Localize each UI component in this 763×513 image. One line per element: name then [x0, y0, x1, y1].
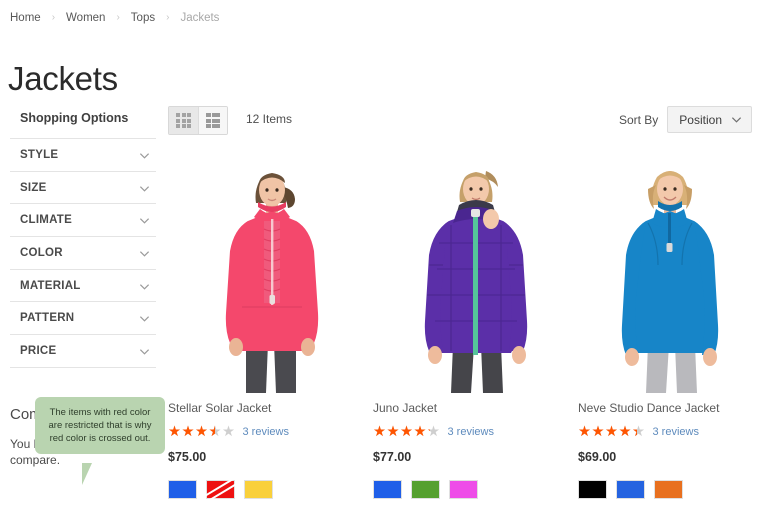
- filter-item-climate[interactable]: CLIMATE: [10, 204, 156, 238]
- swatch-orange[interactable]: [654, 479, 683, 499]
- filter-item-price[interactable]: PRICE: [10, 335, 156, 368]
- items-count: 12 Items: [246, 112, 293, 126]
- product-image-neve-studio-dance-jacket[interactable]: [578, 145, 763, 393]
- swatch-black[interactable]: [578, 479, 607, 499]
- product-name[interactable]: Neve Studio Dance Jacket: [578, 401, 763, 416]
- tooltip-tail: [82, 463, 99, 485]
- breadcrumb: Home › Women › Tops › Jackets: [10, 12, 219, 24]
- sort-by-select[interactable]: Position: [667, 106, 752, 133]
- star-rating: ★★★★★ ★★★★★: [168, 425, 236, 440]
- product-listing-page: Home › Women › Tops › Jackets Jackets Sh…: [0, 0, 763, 513]
- product-rating: ★★★★★ ★★★★★ 3 reviews: [168, 425, 373, 440]
- product-swatches: [578, 479, 763, 499]
- product-item: Neve Studio Dance Jacket ★★★★★ ★★★★★ 3 r…: [578, 145, 763, 499]
- product-price: $69.00: [578, 449, 617, 464]
- chevron-down-icon: [139, 346, 150, 357]
- breadcrumb-item-jackets: Jackets: [180, 12, 220, 24]
- breadcrumb-separator: ›: [166, 12, 170, 23]
- swatch-blue[interactable]: [168, 479, 197, 499]
- star-rating-filled: ★★★★★: [578, 425, 637, 440]
- product-reviews-link[interactable]: 3 reviews: [243, 426, 289, 438]
- filter-item-pattern[interactable]: PATTERN: [10, 302, 156, 336]
- grid-view-icon[interactable]: [169, 107, 198, 134]
- star-rating-filled: ★★★★★: [168, 425, 215, 440]
- chevron-down-icon: [139, 248, 150, 259]
- breadcrumb-item-women[interactable]: Women: [66, 12, 105, 24]
- breadcrumb-item-tops[interactable]: Tops: [131, 12, 155, 24]
- filter-label: SIZE: [20, 181, 47, 194]
- star-rating-filled: ★★★★★: [373, 425, 430, 440]
- filter-label: STYLE: [20, 148, 59, 161]
- page-title: Jackets: [8, 60, 118, 98]
- filter-label: CLIMATE: [20, 214, 73, 227]
- product-image-stellar-solar-jacket[interactable]: [168, 145, 373, 393]
- breadcrumb-separator: ›: [116, 12, 120, 23]
- product-swatches: [168, 479, 373, 499]
- product-price: $77.00: [373, 449, 412, 464]
- breadcrumb-item-home[interactable]: Home: [10, 12, 41, 24]
- chevron-down-icon: [139, 183, 150, 194]
- filter-item-size[interactable]: SIZE: [10, 172, 156, 205]
- list-view-glyph: [205, 113, 221, 128]
- chevron-down-icon: [731, 114, 742, 125]
- product-rating: ★★★★★ ★★★★★ 3 reviews: [578, 425, 763, 440]
- breadcrumb-separator: ›: [51, 12, 56, 23]
- filter-label: PATTERN: [20, 312, 75, 325]
- chevron-down-icon: [139, 313, 150, 324]
- swatch-magenta[interactable]: [449, 479, 478, 499]
- chevron-down-icon: [139, 150, 150, 161]
- sort-by-control: Sort By Position: [619, 106, 752, 133]
- product-rating: ★★★★★ ★★★★★ 3 reviews: [373, 425, 578, 440]
- product-name[interactable]: Juno Jacket: [373, 401, 578, 416]
- product-reviews-link[interactable]: 3 reviews: [448, 426, 494, 438]
- chevron-down-icon: [139, 215, 150, 226]
- filter-item-material[interactable]: MATERIAL: [10, 270, 156, 303]
- star-rating: ★★★★★ ★★★★★: [578, 425, 646, 440]
- sort-by-label: Sort By: [618, 112, 659, 127]
- list-view-icon[interactable]: [198, 107, 227, 134]
- filter-label: PRICE: [20, 344, 57, 357]
- filter-item-style[interactable]: STYLE: [10, 139, 156, 172]
- product-reviews-link[interactable]: 3 reviews: [653, 426, 699, 438]
- product-item: Juno Jacket ★★★★★ ★★★★★ 3 reviews $77.00: [373, 145, 578, 499]
- filter-label: COLOR: [20, 246, 63, 259]
- swatch-green[interactable]: [411, 479, 440, 499]
- restricted-color-tooltip: The items with red color are restricted …: [35, 397, 165, 454]
- chevron-down-icon: [139, 281, 150, 292]
- product-name[interactable]: Stellar Solar Jacket: [168, 401, 373, 416]
- shopping-options-sidebar: Shopping Options STYLE SIZE CLIMATE COLO…: [10, 107, 156, 368]
- product-price: $75.00: [168, 449, 207, 464]
- sort-by-value: Position: [679, 112, 722, 127]
- filter-item-color[interactable]: COLOR: [10, 237, 156, 270]
- star-rating: ★★★★★ ★★★★★: [373, 425, 441, 440]
- view-mode-switcher: [168, 106, 228, 135]
- filter-label: MATERIAL: [20, 279, 81, 292]
- grid-view-glyph: [176, 113, 191, 128]
- product-image-juno-jacket[interactable]: [373, 145, 578, 393]
- swatch-blue[interactable]: [373, 479, 402, 499]
- sidebar-title: Shopping Options: [20, 111, 129, 125]
- products-toolbar: 12 Items Sort By Position: [168, 106, 763, 136]
- product-grid: Stellar Solar Jacket ★★★★★ ★★★★★ 3 revie…: [168, 145, 763, 499]
- swatch-red-restricted[interactable]: [206, 479, 235, 499]
- filter-list: STYLE SIZE CLIMATE COLOR MATERIAL PATTER…: [10, 138, 156, 368]
- swatch-blue[interactable]: [616, 479, 645, 499]
- swatch-yellow[interactable]: [244, 479, 273, 499]
- product-item: Stellar Solar Jacket ★★★★★ ★★★★★ 3 revie…: [168, 145, 373, 499]
- product-swatches: [373, 479, 578, 499]
